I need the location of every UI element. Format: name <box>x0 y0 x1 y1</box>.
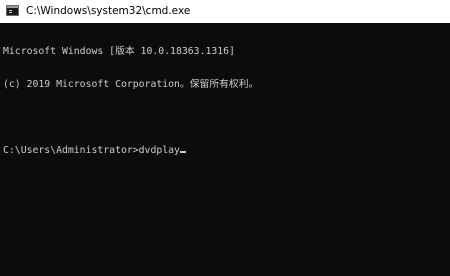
prompt-command-text: C:\Users\Administrator>dvdplay <box>3 145 180 156</box>
cmd-icon[interactable] <box>6 5 19 16</box>
console-line: (c) 2019 Microsoft Corporation。保留所有权利。 <box>3 79 259 90</box>
cmd-window: C:\Windows\system32\cmd.exe Microsoft Wi… <box>0 0 450 276</box>
window-title: C:\Windows\system32\cmd.exe <box>26 5 191 17</box>
console-output[interactable]: Microsoft Windows [版本 10.0.18363.1316] (… <box>3 24 447 276</box>
console-line: Microsoft Windows [版本 10.0.18363.1316] <box>3 46 235 57</box>
text-cursor <box>179 151 186 153</box>
command-prompt-line[interactable]: C:\Users\Administrator>dvdplay <box>3 145 447 156</box>
title-bar[interactable]: C:\Windows\system32\cmd.exe <box>0 0 450 23</box>
